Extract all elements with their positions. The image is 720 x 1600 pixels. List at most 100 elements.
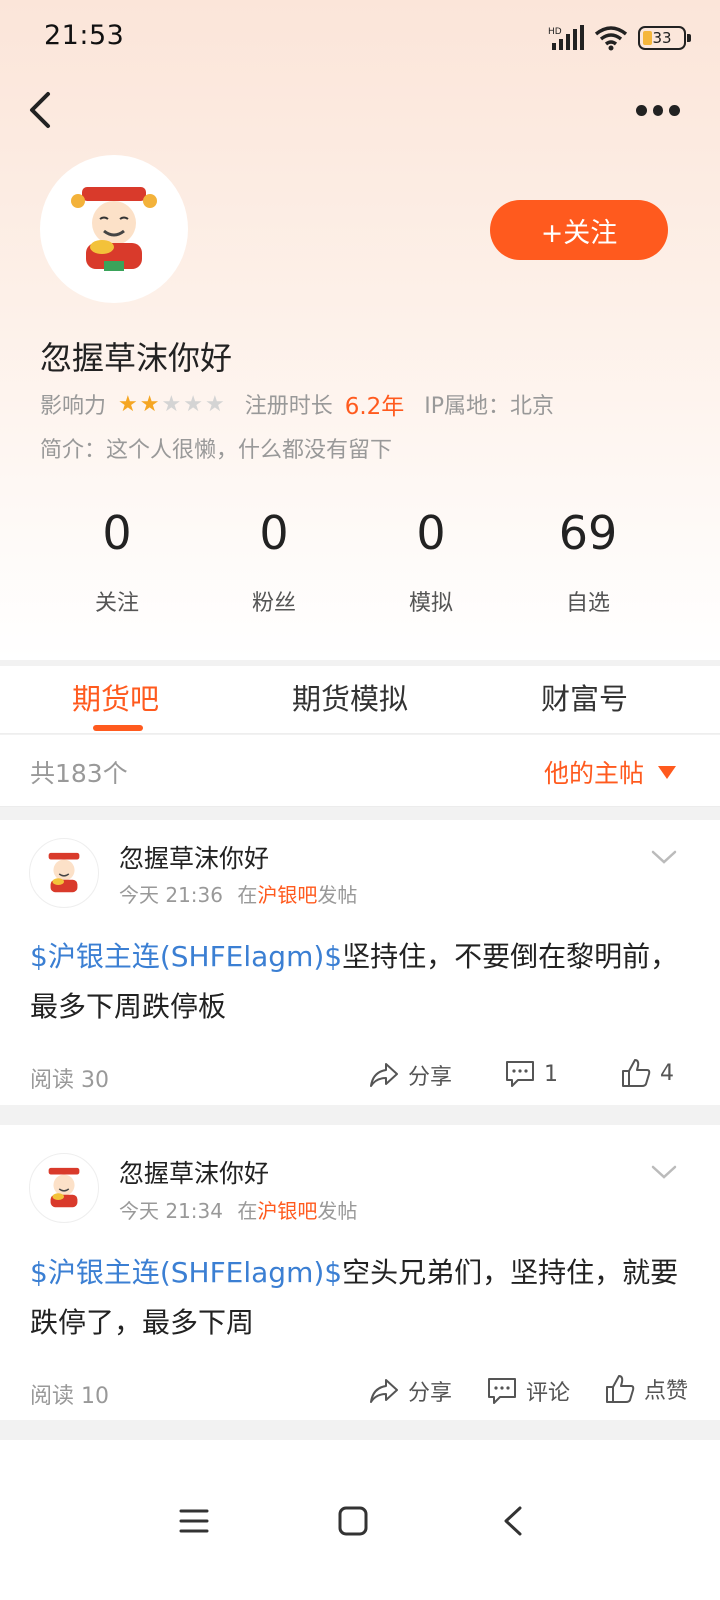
post-menu-button[interactable] <box>650 1163 678 1181</box>
ip-location: IP属地：北京 <box>424 394 555 419</box>
tab-futures-bar[interactable]: 期货吧 <box>72 676 159 718</box>
share-icon <box>370 1063 398 1087</box>
post-author[interactable]: 忽握草沫你好 <box>119 1154 269 1190</box>
post-time: 今天 21:36 <box>119 883 223 907</box>
influence-label: 影响力 <box>40 394 107 419</box>
registration-years: 6.2年 <box>344 394 405 420</box>
like-button[interactable]: 点赞 <box>604 1373 688 1405</box>
tab-wealth-account[interactable]: 财富号 <box>541 676 628 718</box>
comment-button[interactable]: 评论 <box>486 1375 570 1407</box>
stat-label: 自选 <box>565 591 610 616</box>
like-count: 4 <box>660 1060 674 1086</box>
post-avatar[interactable] <box>29 838 99 908</box>
stat-value: 69 <box>558 506 618 560</box>
thumbs-up-icon <box>606 1375 635 1403</box>
stat-simulation[interactable]: 0 模拟 <box>356 505 506 617</box>
star-filled-icon: ★ <box>118 391 138 417</box>
registration-label: 注册时长 <box>244 394 333 419</box>
chevron-left-icon <box>30 92 50 128</box>
chevron-down-icon <box>651 850 677 864</box>
post-action: 发帖 <box>317 883 358 907</box>
battery-level: 33 <box>652 29 672 47</box>
back-button[interactable] <box>22 88 62 132</box>
god-of-wealth-avatar-icon <box>48 852 80 893</box>
post-in: 在 <box>237 1199 258 1223</box>
star-empty-icon: ★ <box>204 391 225 417</box>
post-content[interactable]: $沪银主连(SHFElagm)$坚持住，不要倒在黎明前，最多下周跌停板 <box>30 932 690 1032</box>
post-meta: 今天 21:34 在沪银吧发帖 <box>119 1195 357 1224</box>
stock-tag-link[interactable]: $沪银主连(SHFElagm)$ <box>30 1256 342 1289</box>
profile-avatar[interactable] <box>40 155 188 303</box>
post-forum-link[interactable]: 沪银吧 <box>257 1199 317 1223</box>
post-read-count: 阅读 10 <box>30 1384 109 1409</box>
influence-stars: ★ ★ ★ ★ ★ <box>118 392 225 417</box>
stat-value: 0 <box>259 506 289 560</box>
filter-label: 他的主帖 <box>543 759 644 788</box>
stat-label: 粉丝 <box>251 591 296 616</box>
post-time: 今天 21:34 <box>119 1199 223 1223</box>
chevron-down-icon <box>651 1165 677 1179</box>
comment-label: 评论 <box>526 1381 571 1406</box>
svg-text:HD: HD <box>548 27 562 37</box>
comment-button[interactable]: 1 <box>504 1059 558 1089</box>
home-square-icon <box>338 1506 368 1536</box>
system-back-button[interactable] <box>498 1505 530 1541</box>
like-label: 点赞 <box>644 1379 689 1404</box>
thumbs-up-icon <box>622 1059 651 1087</box>
status-time: 21:53 <box>44 20 125 51</box>
post-avatar[interactable] <box>29 1153 99 1223</box>
post-menu-button[interactable] <box>650 848 678 866</box>
post-read-count: 阅读 30 <box>30 1068 109 1093</box>
god-of-wealth-avatar-icon <box>48 1167 80 1208</box>
post-action: 发帖 <box>317 1199 358 1223</box>
post-author[interactable]: 忽握草沫你好 <box>119 839 269 875</box>
chevron-left-icon <box>504 1506 522 1536</box>
star-empty-icon: ★ <box>183 391 203 417</box>
share-button[interactable]: 分享 <box>368 1059 452 1091</box>
comment-icon <box>506 1061 534 1087</box>
stat-value: 0 <box>102 506 132 560</box>
post-filter-dropdown[interactable]: 他的主帖 <box>544 754 676 790</box>
like-button[interactable]: 4 <box>620 1057 674 1089</box>
god-of-wealth-avatar-icon <box>71 187 157 271</box>
tab-futures-simulation[interactable]: 期货模拟 <box>292 676 408 718</box>
dot-icon <box>669 104 681 116</box>
share-label: 分享 <box>408 1065 453 1090</box>
post-in: 在 <box>237 883 258 907</box>
status-icons: HD 33 <box>548 20 691 56</box>
stat-label: 模拟 <box>408 591 453 616</box>
share-icon <box>370 1379 398 1403</box>
share-button[interactable]: 分享 <box>368 1375 452 1407</box>
stat-watchlist[interactable]: 69 自选 <box>513 505 663 617</box>
dot-icon <box>636 104 647 116</box>
stock-tag-link[interactable]: $沪银主连(SHFElagm)$ <box>30 940 342 973</box>
active-tab-indicator <box>93 725 143 731</box>
signal-icon: HD <box>548 25 584 50</box>
stat-followers[interactable]: 0 粉丝 <box>199 505 349 617</box>
profile-name: 忽握草沫你好 <box>40 339 233 377</box>
share-label: 分享 <box>408 1381 453 1406</box>
star-empty-icon: ★ <box>161 391 182 417</box>
post-content[interactable]: $沪银主连(SHFElagm)$空头兄弟们，坚持住，就要跌停了，最多下周 <box>30 1248 690 1348</box>
caret-down-icon <box>658 765 676 779</box>
dot-icon <box>652 104 664 116</box>
profile-meta: 影响力 ★ ★ ★ ★ ★ 注册时长 6.2年 IP属地：北京 <box>40 388 555 421</box>
menu-icon <box>179 1509 209 1533</box>
recent-apps-button[interactable] <box>178 1505 210 1541</box>
stat-label: 关注 <box>94 591 139 616</box>
home-button[interactable] <box>337 1505 369 1541</box>
post-forum-link[interactable]: 沪银吧 <box>257 883 317 907</box>
post-meta: 今天 21:36 在沪银吧发帖 <box>119 879 357 908</box>
stat-following[interactable]: 0 关注 <box>42 505 192 617</box>
profile-bio: 简介：这个人很懒，什么都没有留下 <box>40 438 393 463</box>
more-options-button[interactable] <box>636 100 681 120</box>
wifi-icon <box>594 26 628 51</box>
post-count: 共183个 <box>30 759 128 788</box>
star-filled-icon: ★ <box>139 391 160 417</box>
post-card[interactable] <box>0 1440 720 1480</box>
follow-button[interactable]: +关注 <box>490 200 668 260</box>
battery-icon: 33 <box>638 26 691 50</box>
comment-icon <box>488 1378 516 1404</box>
comment-count: 1 <box>544 1061 558 1087</box>
stat-value: 0 <box>416 506 446 560</box>
